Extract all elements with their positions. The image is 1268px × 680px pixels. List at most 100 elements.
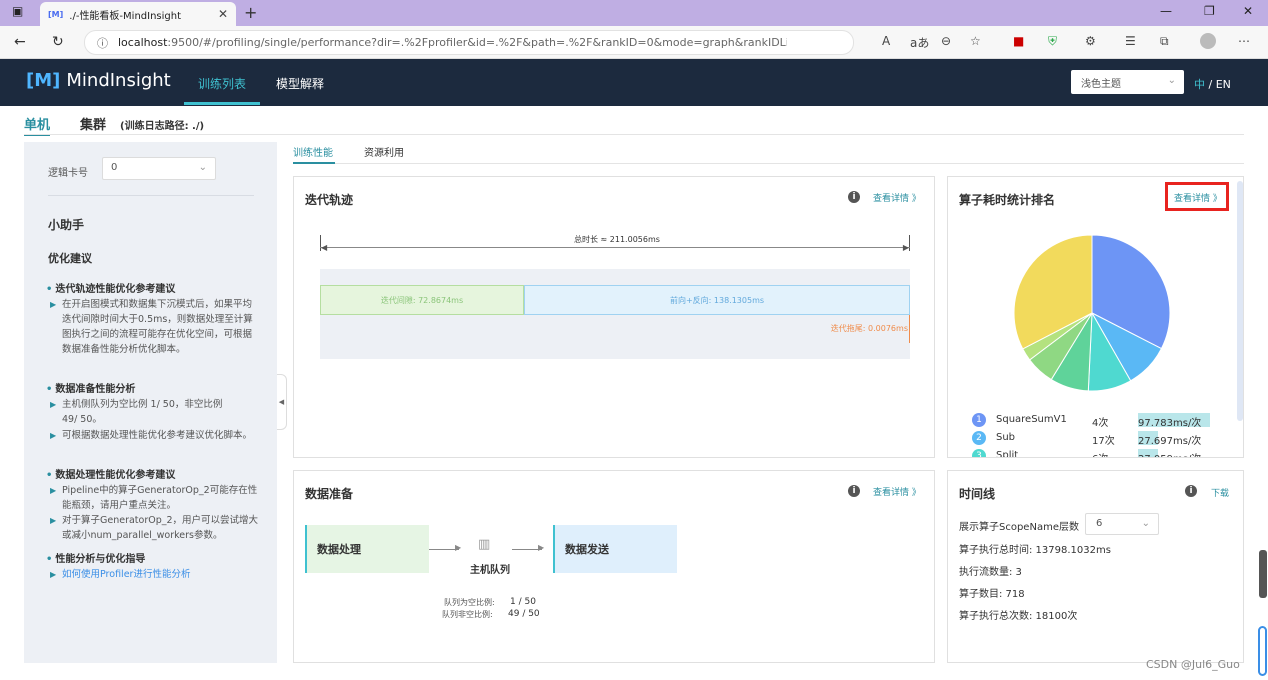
- operator-count: 17次: [1092, 436, 1115, 447]
- close-tab-icon[interactable]: ✕: [218, 7, 228, 21]
- address-bar: ← ↻ ⓘ localhost :9500/#/profiling/single…: [0, 26, 1268, 59]
- collections-icon[interactable]: ⧉: [1160, 34, 1169, 49]
- card-label: 逻辑卡号: [48, 168, 88, 179]
- card-select[interactable]: 0 ⌄: [102, 157, 216, 180]
- scope-select[interactable]: 6 ⌄: [1085, 513, 1159, 535]
- extension-icon[interactable]: ■: [1013, 34, 1024, 48]
- nav-active-indicator: [184, 102, 260, 105]
- operator-count: 算子数目: 718: [959, 589, 1025, 600]
- stream-count: 执行流数量: 3: [959, 567, 1022, 578]
- sidebar-collapse-button[interactable]: ◀: [277, 374, 287, 430]
- read-aloud-icon[interactable]: A: [882, 34, 890, 48]
- empty-ratio-value: 1 / 50: [510, 597, 536, 607]
- operator-name: Sub: [996, 432, 1016, 443]
- minimize-icon[interactable]: —: [1160, 4, 1172, 18]
- info-icon[interactable]: ⓘ: [97, 35, 108, 51]
- lang-sep: /: [1208, 78, 1213, 91]
- rank-number: 2: [972, 431, 986, 445]
- info-icon[interactable]: i: [1185, 485, 1197, 497]
- side-scroll-handle[interactable]: [1258, 626, 1267, 676]
- total-exec-time: 算子执行总时间: 13798.1032ms: [959, 545, 1111, 556]
- logo[interactable]: [M] MindInsight: [26, 70, 171, 91]
- tab-training-performance[interactable]: 训练性能: [293, 144, 333, 159]
- operator-time: 27.059ms/次: [1138, 450, 1201, 457]
- operator-name: SquareSumV1: [996, 414, 1067, 425]
- data-prep-title: 数据准备: [305, 487, 354, 501]
- data-send-box[interactable]: 数据发送: [553, 525, 677, 573]
- fp-bp-bar[interactable]: 前向+反向: 138.1305ms: [524, 285, 910, 315]
- sidebar-divider: [48, 195, 254, 196]
- section-title: • 迭代轨迹性能优化参考建议: [46, 284, 176, 295]
- operator-count: 4次: [1092, 418, 1109, 429]
- profile-avatar[interactable]: [1200, 33, 1216, 49]
- favorite-icon[interactable]: ☆: [970, 34, 981, 48]
- shield-icon[interactable]: ⛨: [1048, 34, 1057, 49]
- theme-value: 浅色主题: [1081, 79, 1121, 90]
- queue-icon: ▥: [478, 537, 491, 552]
- exec-count: 算子执行总次数: 18100次: [959, 611, 1078, 622]
- close-window-icon[interactable]: ✕: [1243, 4, 1253, 18]
- data-prep-card: 数据准备 i 查看详情 》 数据处理 ▶ ▥ 主机队列 ▶ 数据发送 队列为空比…: [293, 470, 935, 663]
- nav-train-list[interactable]: 训练列表: [198, 75, 246, 92]
- favicon-icon: [M]: [48, 9, 64, 19]
- content-tabs: 训练性能 资源利用: [293, 142, 1244, 164]
- refresh-icon[interactable]: ↻: [52, 34, 64, 50]
- scrollbar[interactable]: [1237, 181, 1243, 421]
- iteration-gap-bar[interactable]: 迭代间隙: 72.8674ms: [320, 285, 524, 315]
- list-item: ▶ 可根据数据处理性能优化参考建议优化脚本。: [50, 430, 253, 441]
- step-trace-title: 迭代轨迹: [305, 193, 354, 207]
- back-icon[interactable]: ←: [14, 34, 26, 50]
- operator-rank-detail-link[interactable]: 查看详情 》: [1174, 191, 1222, 204]
- divider: [24, 134, 1244, 135]
- info-icon[interactable]: i: [848, 191, 860, 203]
- step-trace-detail-link[interactable]: 查看详情 》: [873, 191, 921, 204]
- browser-tab[interactable]: [M] ./-性能看板-MindInsight ✕: [40, 2, 236, 26]
- total-duration-label: 总时长 ≈ 211.0056ms: [572, 234, 662, 245]
- rank-number: 3: [972, 449, 986, 457]
- theme-select[interactable]: 浅色主题 ⌄: [1071, 70, 1184, 94]
- more-icon[interactable]: ⋯: [1238, 34, 1250, 48]
- operator-name: Split: [996, 450, 1019, 458]
- list-item: ▶ 在开启图模式和数据集下沉模式后，如果平均迭代间隙时间大于0.5ms，则数据处理…: [50, 299, 253, 355]
- card-value: 0: [111, 162, 118, 173]
- data-prep-detail-link[interactable]: 查看详情 》: [873, 485, 921, 498]
- mode-bar: 单机 集群 (训练日志路径: ./): [0, 106, 1268, 136]
- nonempty-ratio-value: 49 / 50: [508, 609, 540, 619]
- operator-rank-row[interactable]: 3 Split 6次 27.059ms/次: [972, 449, 1222, 458]
- nav-model-explain[interactable]: 模型解释: [276, 75, 324, 92]
- helper-title: 小助手: [48, 218, 85, 232]
- data-process-box[interactable]: 数据处理: [305, 525, 429, 573]
- list-item: ▶ 对于算子GeneratorOp_2，用户可以尝试增大或减小num_parall…: [50, 515, 259, 541]
- lang-zh[interactable]: 中: [1194, 78, 1205, 91]
- tail-bar[interactable]: [909, 315, 910, 343]
- operator-rank-row[interactable]: 2 Sub 17次 27.697ms/次: [972, 431, 1222, 447]
- lang-en[interactable]: EN: [1216, 78, 1231, 91]
- mode-cluster[interactable]: 集群: [80, 114, 106, 133]
- side-scroll-handle[interactable]: [1259, 550, 1267, 598]
- new-tab-icon[interactable]: +: [244, 3, 257, 22]
- download-link[interactable]: 下载: [1211, 486, 1229, 499]
- restore-icon[interactable]: ❐: [1204, 4, 1215, 18]
- scope-value: 6: [1096, 518, 1103, 529]
- info-icon[interactable]: i: [848, 485, 860, 497]
- translate-icon[interactable]: aあ: [910, 34, 929, 51]
- favorites-bar-icon[interactable]: ☰: [1125, 34, 1136, 48]
- operator-rank-card: 算子耗时统计排名 查看详情 》 1 SquareSumV1 4次 97.783ms/次…: [947, 176, 1244, 458]
- chevron-down-icon: ⌄: [198, 162, 207, 173]
- arrow-head-icon: ▶: [538, 543, 545, 552]
- profiler-guide-link[interactable]: ▶ 如何使用Profiler进行性能分析: [50, 567, 260, 582]
- trace-track: 迭代间隙: 72.8674ms 前向+反向: 138.1305ms 迭代拖尾: …: [320, 269, 910, 359]
- app-header: [M] MindInsight 训练列表 模型解释 浅色主题 ⌄ 中 / EN: [0, 59, 1268, 106]
- operator-rank-row[interactable]: 1 SquareSumV1 4次 97.783ms/次: [972, 413, 1222, 429]
- extensions-icon[interactable]: ⚙: [1085, 34, 1096, 48]
- zoom-icon[interactable]: ⊖: [941, 34, 951, 48]
- tab-actions-icon[interactable]: ▣: [12, 4, 23, 18]
- sidebar: 逻辑卡号 0 ⌄ 小助手 优化建议 • 迭代轨迹性能优化参考建议 ▶ 在开启图模式和数…: [24, 142, 277, 663]
- list-item: ▶ 主机侧队列为空比例 1/ 50，非空比例 49/ 50。: [50, 399, 223, 425]
- mode-single[interactable]: 单机: [24, 114, 50, 133]
- empty-ratio-label: 队列为空比例:: [444, 598, 495, 607]
- url-input[interactable]: ⓘ localhost :9500/#/profiling/single/per…: [84, 30, 854, 55]
- tab-resource-utilization[interactable]: 资源利用: [364, 144, 404, 159]
- url-host: localhost: [118, 36, 168, 49]
- url-path: :9500/#/profiling/single/performance?dir…: [167, 36, 787, 49]
